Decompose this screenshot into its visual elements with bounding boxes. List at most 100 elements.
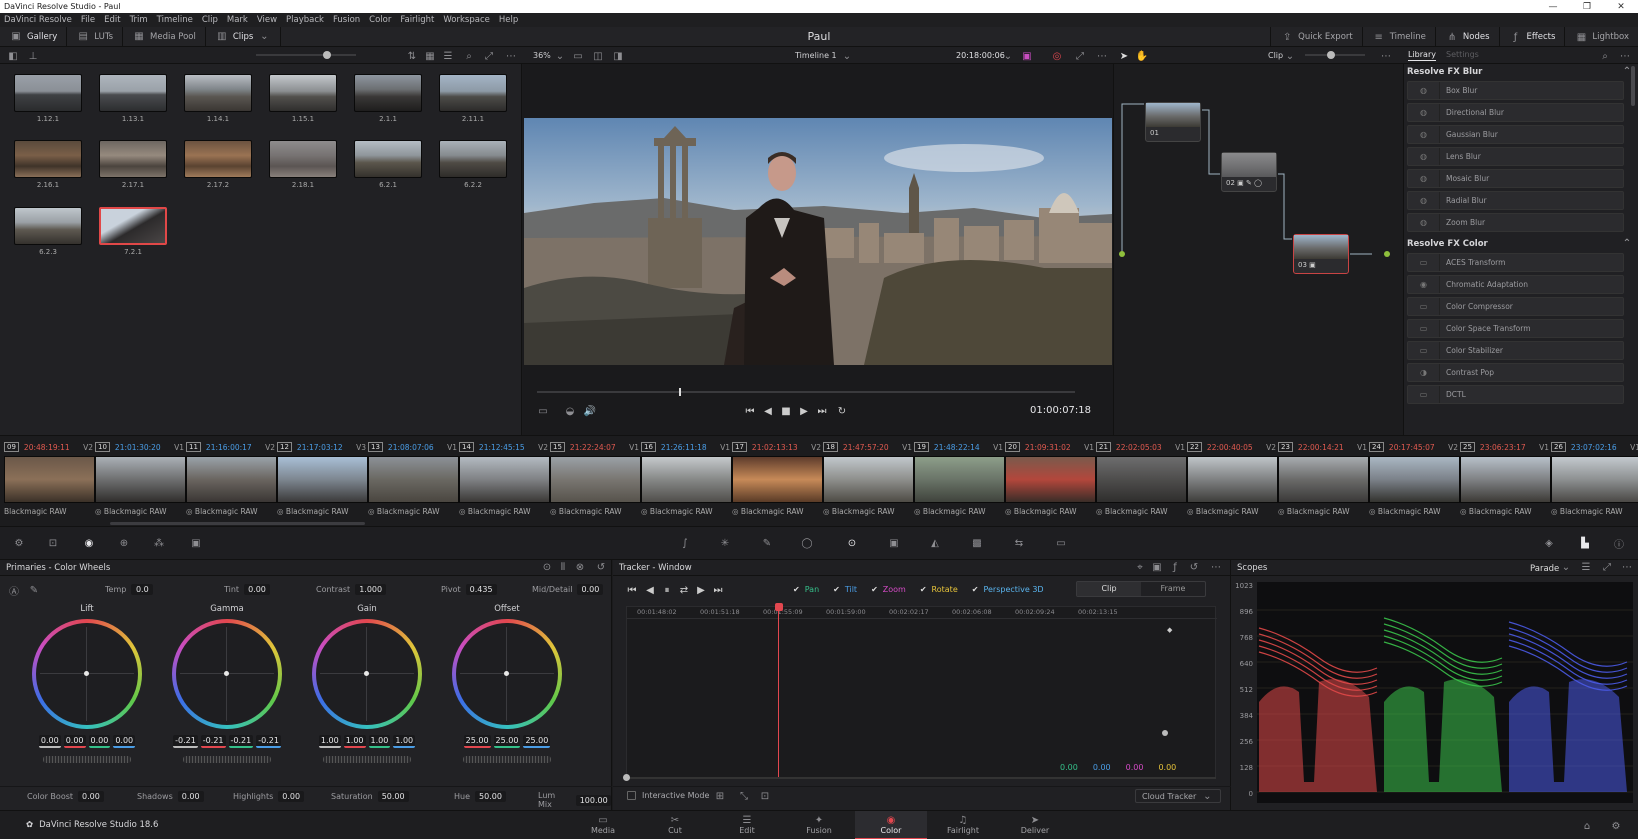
- scrubber-playhead[interactable]: [679, 388, 681, 396]
- checkmark-icon[interactable]: ✔: [920, 585, 927, 594]
- play-icon[interactable]: ▶: [797, 404, 811, 418]
- hdr-icon[interactable]: ⊕: [117, 536, 131, 550]
- fx-item[interactable]: ▭ Color Compressor: [1407, 297, 1624, 316]
- delete-point-icon[interactable]: ⊡: [758, 789, 772, 803]
- skip-to-start-icon[interactable]: ⏮: [743, 404, 757, 418]
- wheel-disc[interactable]: [312, 619, 422, 729]
- gallery-still[interactable]: 6.2.3: [14, 207, 82, 256]
- page-tab-edit[interactable]: ☰ Edit: [711, 811, 783, 839]
- param-value[interactable]: 50.00: [475, 791, 506, 802]
- viewer-mode-icon[interactable]: ▭: [536, 404, 550, 418]
- color-wheel-offset[interactable]: Offset 25.00 25.00 25.00: [434, 604, 580, 763]
- menu-view[interactable]: View: [257, 15, 277, 25]
- magic-mask-icon[interactable]: ▣: [887, 536, 901, 550]
- pivot-param[interactable]: Pivot 0.435: [441, 584, 497, 595]
- viewer-layout-icon[interactable]: ▭: [571, 49, 585, 63]
- gallery-still[interactable]: 2.1.1: [354, 74, 422, 123]
- keyframe-diamond-icon[interactable]: ◆: [1167, 626, 1172, 634]
- menu-edit[interactable]: Edit: [104, 15, 120, 25]
- viewer-scrubber[interactable]: [537, 388, 1075, 396]
- 3d-icon[interactable]: ▭: [1054, 536, 1068, 550]
- fullscreen-icon[interactable]: ⤢: [1073, 49, 1087, 63]
- page-tab-fairlight[interactable]: ♫ Fairlight: [927, 811, 999, 839]
- menu-file[interactable]: File: [81, 15, 95, 25]
- clip-thumbnail[interactable]: 14 21:12:45:15 V2 ◎ Blackmagic RAW: [459, 440, 550, 524]
- log-mode-icon[interactable]: ⊗: [573, 561, 587, 575]
- wheel-jog[interactable]: [323, 756, 411, 763]
- param-value[interactable]: 100.00: [575, 794, 611, 806]
- node-zoom-slider[interactable]: [1305, 51, 1365, 59]
- mid-detail-param[interactable]: Mid/Detail 0.00: [532, 584, 604, 595]
- gallery-still[interactable]: 1.13.1: [99, 74, 167, 123]
- pointer-icon[interactable]: ➤: [1117, 49, 1131, 63]
- wipe-icon[interactable]: ◨: [611, 49, 625, 63]
- clip-thumbnail[interactable]: 10 21:01:30:20 V1 ◎ Blackmagic RAW: [95, 440, 186, 524]
- node-02[interactable]: 02 ▣ ✎ ◯: [1221, 152, 1277, 192]
- clip-thumbnail[interactable]: 25 23:06:23:17 V1 ◎ Blackmagic RAW: [1460, 440, 1551, 524]
- gallery-still-icon[interactable]: ◒: [563, 404, 577, 418]
- timeline-selector[interactable]: Timeline 1: [795, 51, 837, 60]
- menu-playback[interactable]: Playback: [286, 15, 324, 25]
- clip-thumbnail[interactable]: 13 21:08:07:06 V1 ◎ Blackmagic RAW: [368, 440, 459, 524]
- wheel-value[interactable]: 1.00: [318, 735, 341, 748]
- gallery-still[interactable]: 2.16.1: [14, 140, 82, 189]
- color-wheel-gain[interactable]: Gain 1.00 1.00 1.00 1.00: [294, 604, 440, 763]
- wheel-disc[interactable]: [452, 619, 562, 729]
- tracker-icon[interactable]: ⊙: [845, 536, 859, 550]
- hand-icon[interactable]: ✋: [1135, 49, 1149, 63]
- track-pause-icon[interactable]: ⏸: [660, 583, 674, 597]
- tracker-ruler[interactable]: 00:01:48:02 00:01:51:18 00:01:55:09 00:01:5…: [627, 607, 1217, 619]
- wheel-handle[interactable]: [84, 671, 89, 676]
- add-still-icon[interactable]: ⊥: [26, 49, 40, 63]
- menu-fusion[interactable]: Fusion: [333, 15, 360, 25]
- picker-icon[interactable]: ✎: [27, 583, 41, 597]
- node-03-selected[interactable]: 03 ▣: [1293, 234, 1349, 274]
- clip-thumbnail[interactable]: 24 20:17:45:07 V2 ◎ Blackmagic RAW: [1369, 440, 1460, 524]
- blur-tool-icon[interactable]: ◭: [928, 536, 942, 550]
- rgb-mixer-icon[interactable]: ⁂: [152, 536, 166, 550]
- more-options-icon[interactable]: ⋯: [1618, 49, 1632, 63]
- viewer-frame[interactable]: [524, 118, 1112, 365]
- set-point-icon[interactable]: ⤡: [737, 789, 751, 803]
- search-icon[interactable]: ⌕: [1598, 49, 1612, 63]
- insert-point-icon[interactable]: ⊞: [713, 789, 727, 803]
- fx-item[interactable]: ◑ Contrast Pop: [1407, 363, 1624, 382]
- menu-workspace[interactable]: Workspace: [443, 15, 489, 25]
- checkmark-icon[interactable]: ✔: [871, 585, 878, 594]
- bypass-icon[interactable]: ◎: [1050, 49, 1064, 63]
- wheel-handle[interactable]: [224, 671, 229, 676]
- hue-param[interactable]: Hue 50.00: [454, 791, 506, 802]
- wheel-value[interactable]: 1.00: [393, 735, 416, 748]
- menu-trim[interactable]: Trim: [130, 15, 148, 25]
- menu-help[interactable]: Help: [499, 15, 518, 25]
- tracker-graph[interactable]: 00:01:48:02 00:01:51:18 00:01:55:09 00:01:5…: [626, 603, 1217, 779]
- gallery-still[interactable]: 2.17.2: [184, 140, 252, 189]
- highlight-icon[interactable]: ▣: [1020, 49, 1034, 63]
- gallery-still[interactable]: 2.11.1: [439, 74, 507, 123]
- skip-to-end-icon[interactable]: ⏭: [815, 404, 829, 418]
- key-icon[interactable]: ▩: [970, 536, 984, 550]
- contrast-param[interactable]: Contrast 1.000: [316, 584, 387, 595]
- loop-icon[interactable]: ↻: [835, 404, 849, 418]
- wheel-disc[interactable]: [32, 619, 142, 729]
- saturation-param[interactable]: Saturation 50.00: [331, 791, 409, 802]
- checkbox[interactable]: [627, 791, 636, 800]
- page-tab-deliver[interactable]: ➤ Deliver: [999, 811, 1071, 839]
- gallery-still[interactable]: 6.2.1: [354, 140, 422, 189]
- clips-scrollbar[interactable]: [110, 522, 365, 525]
- curves-icon[interactable]: ∫: [678, 536, 692, 550]
- track-both-icon[interactable]: ⇄: [677, 583, 691, 597]
- track-option-perspective-3d[interactable]: ✔ Perspective 3D: [972, 585, 1044, 594]
- wheel-value[interactable]: 0.00: [38, 735, 61, 748]
- effects-button[interactable]: ƒ Effects: [1498, 27, 1565, 47]
- clip-thumbnail[interactable]: 19 21:48:22:14 V1 ◎ Blackmagic RAW: [914, 440, 1005, 524]
- maximize-button[interactable]: ❐: [1570, 2, 1604, 12]
- param-value[interactable]: 0.00: [577, 584, 604, 595]
- gallery-button[interactable]: ▣ Gallery: [0, 26, 68, 47]
- lightbox-button[interactable]: ▦ Lightbox: [1564, 27, 1638, 47]
- fx-item[interactable]: ◍ Radial Blur: [1407, 191, 1624, 210]
- quick-export-button[interactable]: ⇪ Quick Export: [1270, 27, 1362, 47]
- clip-thumbnail[interactable]: 16 21:26:11:18 V1 ◎ Blackmagic RAW: [641, 440, 732, 524]
- bars-mode-icon[interactable]: ⦀: [556, 561, 570, 575]
- clip-thumbnail[interactable]: 17 21:02:13:13 V2 ◎ Blackmagic RAW: [732, 440, 823, 524]
